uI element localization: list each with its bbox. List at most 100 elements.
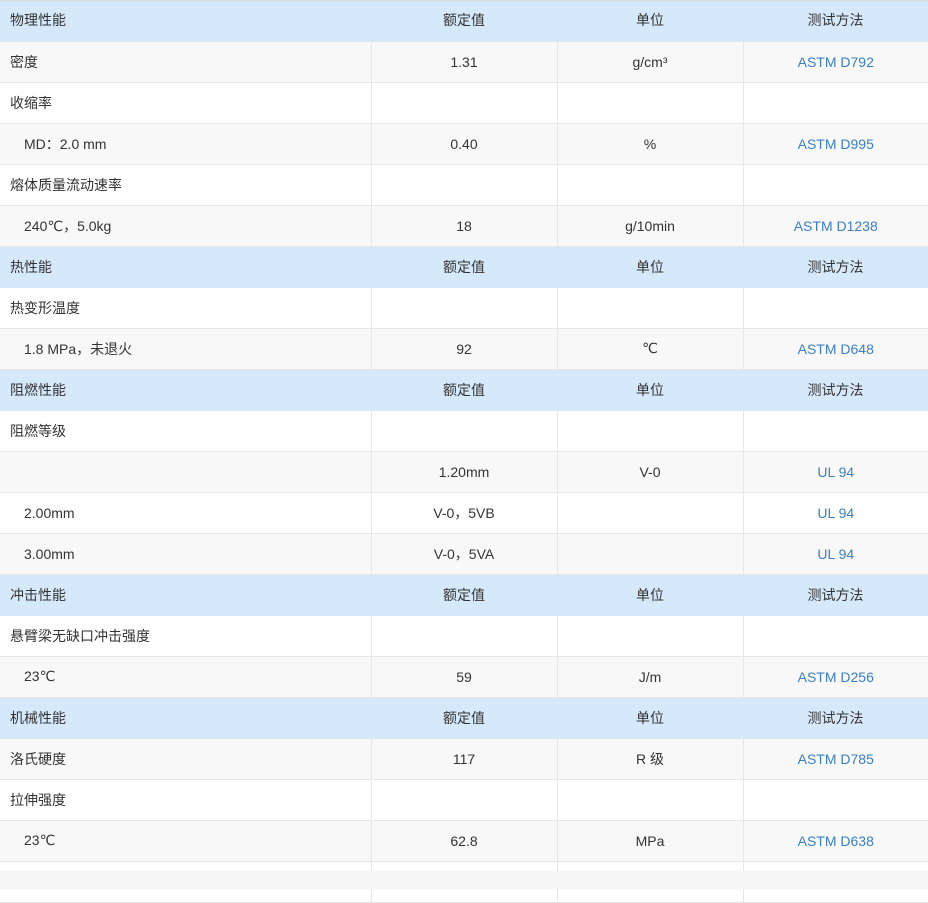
property-unit bbox=[557, 164, 744, 206]
property-name: 熔体质量流动速率 bbox=[0, 164, 372, 206]
test-method-link[interactable]: ASTM D256 bbox=[743, 656, 928, 698]
table-row: 洛氏硬度 117 R 级 ASTM D785 bbox=[0, 738, 928, 780]
test-method-link[interactable]: UL 94 bbox=[743, 492, 928, 534]
table-row: 3.00mm V-0，5VA UL 94 bbox=[0, 533, 928, 575]
section-title: 物理性能 bbox=[0, 0, 371, 42]
property-unit bbox=[557, 615, 744, 657]
column-header-unit: 单位 bbox=[557, 246, 743, 288]
test-method-link[interactable]: ASTM D792 bbox=[743, 41, 928, 83]
table-row: 2.00mm V-0，5VB UL 94 bbox=[0, 492, 928, 534]
test-method-link bbox=[743, 410, 928, 452]
property-unit bbox=[557, 779, 744, 821]
table-row: 240℃，5.0kg 18 g/10min ASTM D1238 bbox=[0, 205, 928, 247]
property-unit: J/m bbox=[557, 656, 744, 698]
column-header-method: 测试方法 bbox=[743, 0, 928, 42]
test-method-link bbox=[743, 615, 928, 657]
property-value: 18 bbox=[371, 205, 558, 247]
property-value: 117 bbox=[371, 738, 558, 780]
property-unit bbox=[557, 82, 744, 124]
property-unit bbox=[557, 410, 744, 452]
page-bottom-strip bbox=[0, 871, 928, 889]
test-method-link[interactable]: ASTM D648 bbox=[743, 328, 928, 370]
table-row: 热变形温度 bbox=[0, 287, 928, 329]
column-header-method: 测试方法 bbox=[743, 574, 928, 616]
column-header-unit: 单位 bbox=[557, 369, 743, 411]
section-title: 冲击性能 bbox=[0, 574, 371, 616]
property-unit: g/cm³ bbox=[557, 41, 744, 83]
property-value bbox=[371, 615, 558, 657]
table-row: 拉伸强度 bbox=[0, 779, 928, 821]
property-value bbox=[371, 779, 558, 821]
property-name: 密度 bbox=[0, 41, 372, 83]
property-unit: R 级 bbox=[557, 738, 744, 780]
column-header-method: 测试方法 bbox=[743, 369, 928, 411]
property-value: 59 bbox=[371, 656, 558, 698]
property-name: 2.00mm bbox=[0, 492, 372, 534]
section-title: 热性能 bbox=[0, 246, 371, 288]
table-row: 收缩率 bbox=[0, 82, 928, 124]
property-name bbox=[0, 451, 372, 493]
property-value bbox=[371, 164, 558, 206]
property-name: 收缩率 bbox=[0, 82, 372, 124]
property-value bbox=[371, 287, 558, 329]
column-header-value: 额定值 bbox=[371, 574, 557, 616]
property-value: 62.8 bbox=[371, 820, 558, 862]
section-header-thermal: 热性能 额定值 单位 测试方法 bbox=[0, 246, 928, 288]
test-method-link bbox=[743, 779, 928, 821]
property-value bbox=[371, 82, 558, 124]
column-header-value: 额定值 bbox=[371, 246, 557, 288]
column-header-value: 额定值 bbox=[371, 0, 557, 42]
property-value: V-0，5VA bbox=[371, 533, 558, 575]
column-header-value: 额定值 bbox=[371, 369, 557, 411]
property-unit bbox=[557, 287, 744, 329]
column-header-value: 额定值 bbox=[371, 697, 557, 739]
table-row: 悬臂梁无缺口冲击强度 bbox=[0, 615, 928, 657]
test-method-link bbox=[743, 82, 928, 124]
property-name: 悬臂梁无缺口冲击强度 bbox=[0, 615, 372, 657]
property-unit bbox=[557, 492, 744, 534]
property-name: 1.8 MPa，未退火 bbox=[0, 328, 372, 370]
properties-table: 物理性能 额定值 单位 测试方法 密度 1.31 g/cm³ ASTM D792… bbox=[0, 0, 928, 903]
property-name: 热变形温度 bbox=[0, 287, 372, 329]
test-method-link[interactable]: ASTM D1238 bbox=[743, 205, 928, 247]
property-unit: V-0 bbox=[557, 451, 744, 493]
properties-table-body: 物理性能 额定值 单位 测试方法 密度 1.31 g/cm³ ASTM D792… bbox=[0, 0, 928, 903]
property-name: 23℃ bbox=[0, 820, 372, 862]
property-unit: % bbox=[557, 123, 744, 165]
property-name: 240℃，5.0kg bbox=[0, 205, 372, 247]
property-value: 1.20mm bbox=[371, 451, 558, 493]
column-header-unit: 单位 bbox=[557, 0, 743, 42]
property-name: MD：2.0 mm bbox=[0, 123, 372, 165]
table-row: 熔体质量流动速率 bbox=[0, 164, 928, 206]
property-unit: MPa bbox=[557, 820, 744, 862]
section-header-flame: 阻燃性能 额定值 单位 测试方法 bbox=[0, 369, 928, 411]
test-method-link bbox=[743, 287, 928, 329]
column-header-method: 测试方法 bbox=[743, 697, 928, 739]
top-shadow bbox=[0, 0, 928, 2]
table-row: 23℃ 62.8 MPa ASTM D638 bbox=[0, 820, 928, 862]
property-name: 3.00mm bbox=[0, 533, 372, 575]
test-method-link[interactable]: ASTM D995 bbox=[743, 123, 928, 165]
section-header-mechanical: 机械性能 额定值 单位 测试方法 bbox=[0, 697, 928, 739]
property-value bbox=[371, 410, 558, 452]
table-row: 密度 1.31 g/cm³ ASTM D792 bbox=[0, 41, 928, 83]
table-row: 阻燃等级 bbox=[0, 410, 928, 452]
section-header-impact: 冲击性能 额定值 单位 测试方法 bbox=[0, 574, 928, 616]
property-name: 23℃ bbox=[0, 656, 372, 698]
column-header-method: 测试方法 bbox=[743, 246, 928, 288]
table-row: 23℃ 59 J/m ASTM D256 bbox=[0, 656, 928, 698]
property-unit: ℃ bbox=[557, 328, 744, 370]
test-method-link bbox=[743, 164, 928, 206]
test-method-link[interactable]: UL 94 bbox=[743, 451, 928, 493]
property-value: 0.40 bbox=[371, 123, 558, 165]
test-method-link[interactable]: ASTM D785 bbox=[743, 738, 928, 780]
property-value: 1.31 bbox=[371, 41, 558, 83]
property-name: 阻燃等级 bbox=[0, 410, 372, 452]
table-row: 1.8 MPa，未退火 92 ℃ ASTM D648 bbox=[0, 328, 928, 370]
property-name: 拉伸强度 bbox=[0, 779, 372, 821]
property-name: 洛氏硬度 bbox=[0, 738, 372, 780]
test-method-link[interactable]: UL 94 bbox=[743, 533, 928, 575]
table-row: 1.20mm V-0 UL 94 bbox=[0, 451, 928, 493]
test-method-link[interactable]: ASTM D638 bbox=[743, 820, 928, 862]
property-unit: g/10min bbox=[557, 205, 744, 247]
